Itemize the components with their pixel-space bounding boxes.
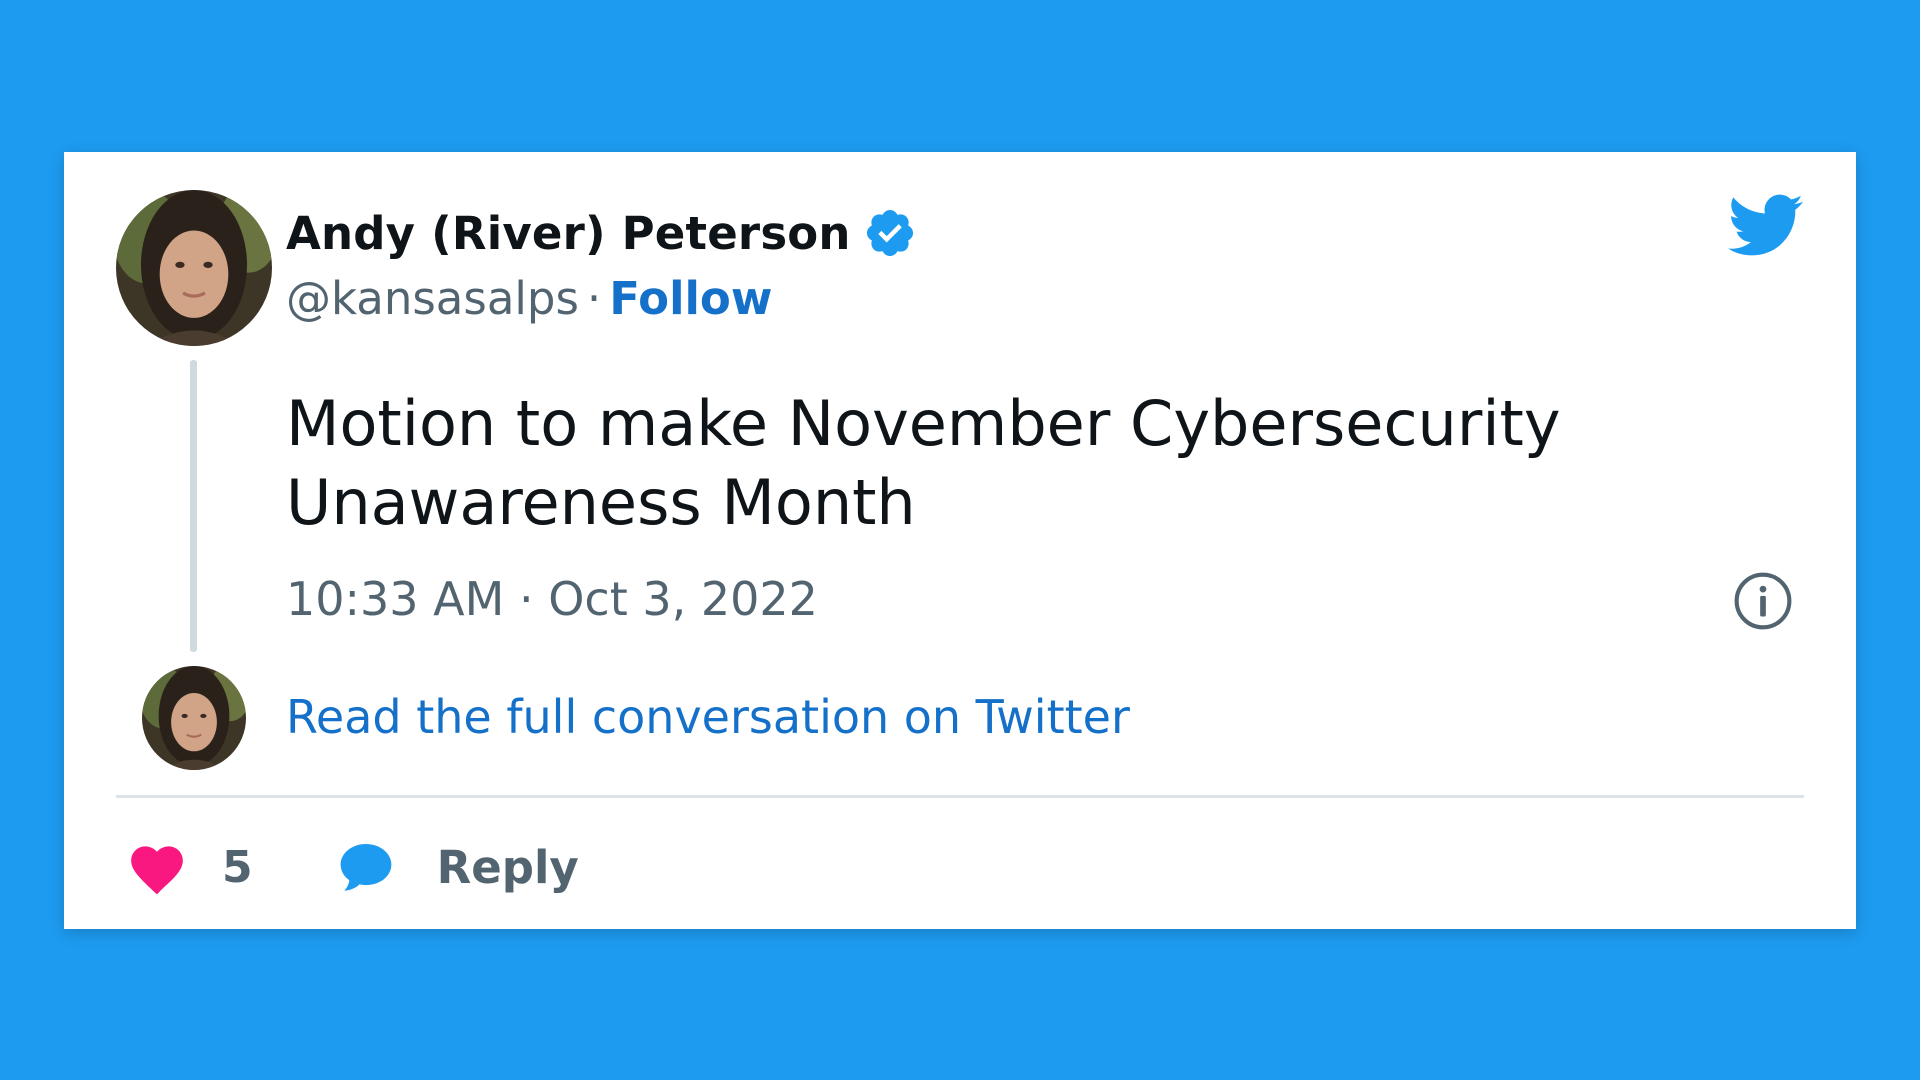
avatar-photo-small (142, 666, 246, 770)
author-name-row: Andy (River) Peterson (286, 206, 917, 260)
reply-label: Reply (436, 840, 579, 894)
tweet-actions: 5 Reply (126, 832, 579, 902)
tweet-timestamp[interactable]: 10:33 AM · Oct 3, 2022 (286, 572, 818, 626)
separator-dot: · (586, 272, 602, 325)
twitter-bird-icon[interactable] (1728, 194, 1804, 258)
author-handle-row: @kansasalps · Follow (286, 272, 772, 325)
like-count: 5 (222, 841, 253, 893)
verified-badge-icon (866, 209, 913, 257)
read-full-conversation-link[interactable]: Read the full conversation on Twitter (286, 690, 1130, 744)
reply-button[interactable]: Reply (337, 838, 579, 896)
follow-button[interactable]: Follow (609, 272, 772, 325)
author-display-name[interactable]: Andy (River) Peterson (286, 207, 851, 260)
tweet-text: Motion to make November Cybersecurity Un… (286, 387, 1561, 539)
heart-icon[interactable] (126, 838, 188, 896)
author-handle[interactable]: @kansasalps (286, 272, 579, 325)
reply-author-avatar[interactable] (142, 666, 246, 770)
divider (116, 795, 1804, 798)
avatar-photo (116, 190, 272, 346)
thread-line (190, 360, 197, 652)
info-icon[interactable] (1732, 570, 1794, 632)
tweet-embed-card: Andy (River) Peterson @kansasalps · Follow… (64, 152, 1856, 929)
speech-bubble-icon (340, 844, 391, 891)
author-avatar[interactable] (116, 190, 272, 346)
